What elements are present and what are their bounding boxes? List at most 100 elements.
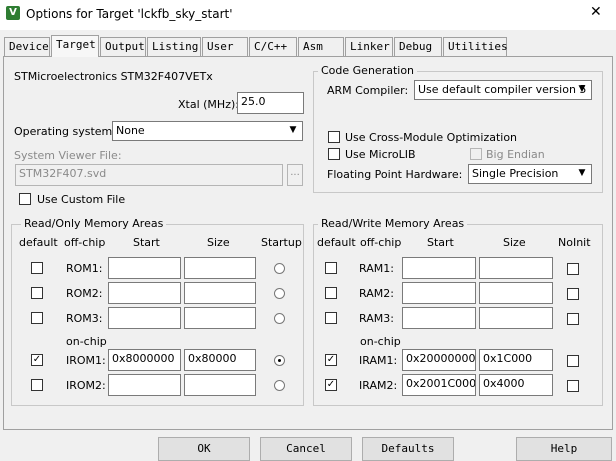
ok-button[interactable]: OK [158, 437, 250, 461]
use-custom-file-label: Use Custom File [37, 193, 126, 206]
ram-size-input[interactable] [479, 257, 553, 279]
ram-row-label: RAM2: [359, 287, 394, 300]
ram-row-label: RAM1: [359, 262, 394, 275]
rom-size-input[interactable]: 0x80000 [184, 349, 256, 371]
ro-header-start: Start [133, 236, 160, 249]
tab-user[interactable]: User [202, 37, 248, 56]
os-select[interactable]: None ▼ [112, 121, 303, 141]
startup-radio[interactable] [274, 263, 285, 274]
noinit-checkbox[interactable] [567, 288, 579, 300]
chevron-down-icon: ▼ [578, 168, 586, 178]
ram-default-checkbox[interactable] [325, 262, 337, 274]
rom-start-input[interactable] [108, 307, 181, 329]
ram-row-label: IRAM2: [359, 379, 398, 392]
help-button[interactable]: Help [516, 437, 612, 461]
tab-utilities[interactable]: Utilities [443, 37, 508, 56]
noinit-checkbox[interactable] [567, 355, 579, 367]
ram-default-checkbox[interactable]: ✓ [325, 379, 337, 391]
rom-size-input[interactable] [184, 282, 256, 304]
ro-header-default: default [19, 236, 58, 249]
microlib-checkbox[interactable] [328, 148, 340, 160]
rom-default-checkbox[interactable] [31, 312, 43, 324]
arm-compiler-value: Use default compiler version 5 [418, 83, 587, 96]
ro-onchip-label: on-chip [66, 335, 107, 348]
rom-row-label: IROM1: [66, 354, 106, 367]
ro-memory-legend: Read/Only Memory Areas [21, 217, 167, 230]
rom-default-checkbox[interactable] [31, 262, 43, 274]
rom-default-checkbox[interactable]: ✓ [31, 354, 43, 366]
noinit-checkbox[interactable] [567, 313, 579, 325]
ram-size-input[interactable]: 0x4000 [479, 374, 553, 396]
defaults-button[interactable]: Defaults [362, 437, 454, 461]
chevron-down-icon: ▼ [289, 125, 297, 135]
tab-asm[interactable]: Asm [298, 37, 344, 56]
startup-radio[interactable] [274, 355, 285, 366]
xtal-input[interactable]: 25.0 [237, 92, 304, 114]
ram-size-input[interactable]: 0x1C000 [479, 349, 553, 371]
rom-default-checkbox[interactable] [31, 379, 43, 391]
ram-start-input[interactable]: 0x20000000 [402, 349, 476, 371]
rom-size-input[interactable] [184, 374, 256, 396]
ram-row-label: IRAM1: [359, 354, 398, 367]
window-title: Options for Target 'lckfb_sky_start' [26, 7, 233, 21]
rom-default-checkbox[interactable] [31, 287, 43, 299]
rom-row-label: ROM2: [66, 287, 103, 300]
rom-size-input[interactable] [184, 307, 256, 329]
rw-header-size: Size [503, 236, 526, 249]
arm-compiler-label: ARM Compiler: [327, 84, 409, 97]
startup-radio[interactable] [274, 313, 285, 324]
fph-select[interactable]: Single Precision ▼ [468, 164, 592, 184]
ram-default-checkbox[interactable]: ✓ [325, 354, 337, 366]
tab-debug[interactable]: Debug [394, 37, 442, 56]
ram-start-input[interactable] [402, 282, 476, 304]
fph-label: Floating Point Hardware: [327, 168, 463, 181]
code-generation-legend: Code Generation [318, 64, 418, 77]
arm-compiler-select[interactable]: Use default compiler version 5 ▼ [414, 80, 592, 100]
rom-start-input[interactable] [108, 257, 181, 279]
rom-row-label: ROM1: [66, 262, 103, 275]
os-label: Operating system: [14, 125, 116, 138]
big-endian-label: Big Endian [486, 148, 545, 161]
tab-target[interactable]: Target [51, 35, 99, 57]
rom-start-input[interactable] [108, 374, 181, 396]
chevron-down-icon: ▼ [578, 84, 586, 94]
rw-memory-legend: Read/Write Memory Areas [318, 217, 468, 230]
rom-row-label: IROM2: [66, 379, 106, 392]
close-icon[interactable]: ✕ [590, 4, 602, 20]
tab-linker[interactable]: Linker [345, 37, 393, 56]
tab-device[interactable]: Device [4, 37, 50, 56]
ram-default-checkbox[interactable] [325, 287, 337, 299]
tab-c-cpp[interactable]: C/C++ [249, 37, 297, 56]
os-select-value: None [116, 124, 145, 137]
checkmark-icon: ✓ [326, 354, 336, 365]
ram-size-input[interactable] [479, 307, 553, 329]
cross-module-label: Use Cross-Module Optimization [345, 131, 518, 144]
rom-start-input[interactable]: 0x8000000 [108, 349, 181, 371]
checkmark-icon: ✓ [326, 379, 336, 390]
cross-module-checkbox[interactable] [328, 131, 340, 143]
ram-size-input[interactable] [479, 282, 553, 304]
rw-header-offchip: off-chip [360, 236, 402, 249]
cancel-button[interactable]: Cancel [260, 437, 352, 461]
rom-size-input[interactable] [184, 257, 256, 279]
big-endian-checkbox[interactable] [470, 148, 482, 160]
noinit-checkbox[interactable] [567, 263, 579, 275]
startup-radio[interactable] [274, 288, 285, 299]
svf-input[interactable]: STM32F407.svd [15, 164, 283, 186]
ram-default-checkbox[interactable] [325, 312, 337, 324]
svf-label: System Viewer File: [14, 149, 122, 162]
ram-start-input[interactable] [402, 257, 476, 279]
ram-start-input[interactable]: 0x2001C000 [402, 374, 476, 396]
microlib-label: Use MicroLIB [345, 148, 416, 161]
rw-header-start: Start [427, 236, 454, 249]
startup-radio[interactable] [274, 380, 285, 391]
ro-header-startup: Startup [261, 236, 302, 249]
rom-row-label: ROM3: [66, 312, 103, 325]
use-custom-file-checkbox[interactable] [19, 193, 31, 205]
tab-listing[interactable]: Listing [147, 37, 201, 56]
ram-start-input[interactable] [402, 307, 476, 329]
noinit-checkbox[interactable] [567, 380, 579, 392]
browse-button[interactable]: ... [287, 164, 303, 186]
tab-output[interactable]: Output [100, 37, 146, 56]
rom-start-input[interactable] [108, 282, 181, 304]
